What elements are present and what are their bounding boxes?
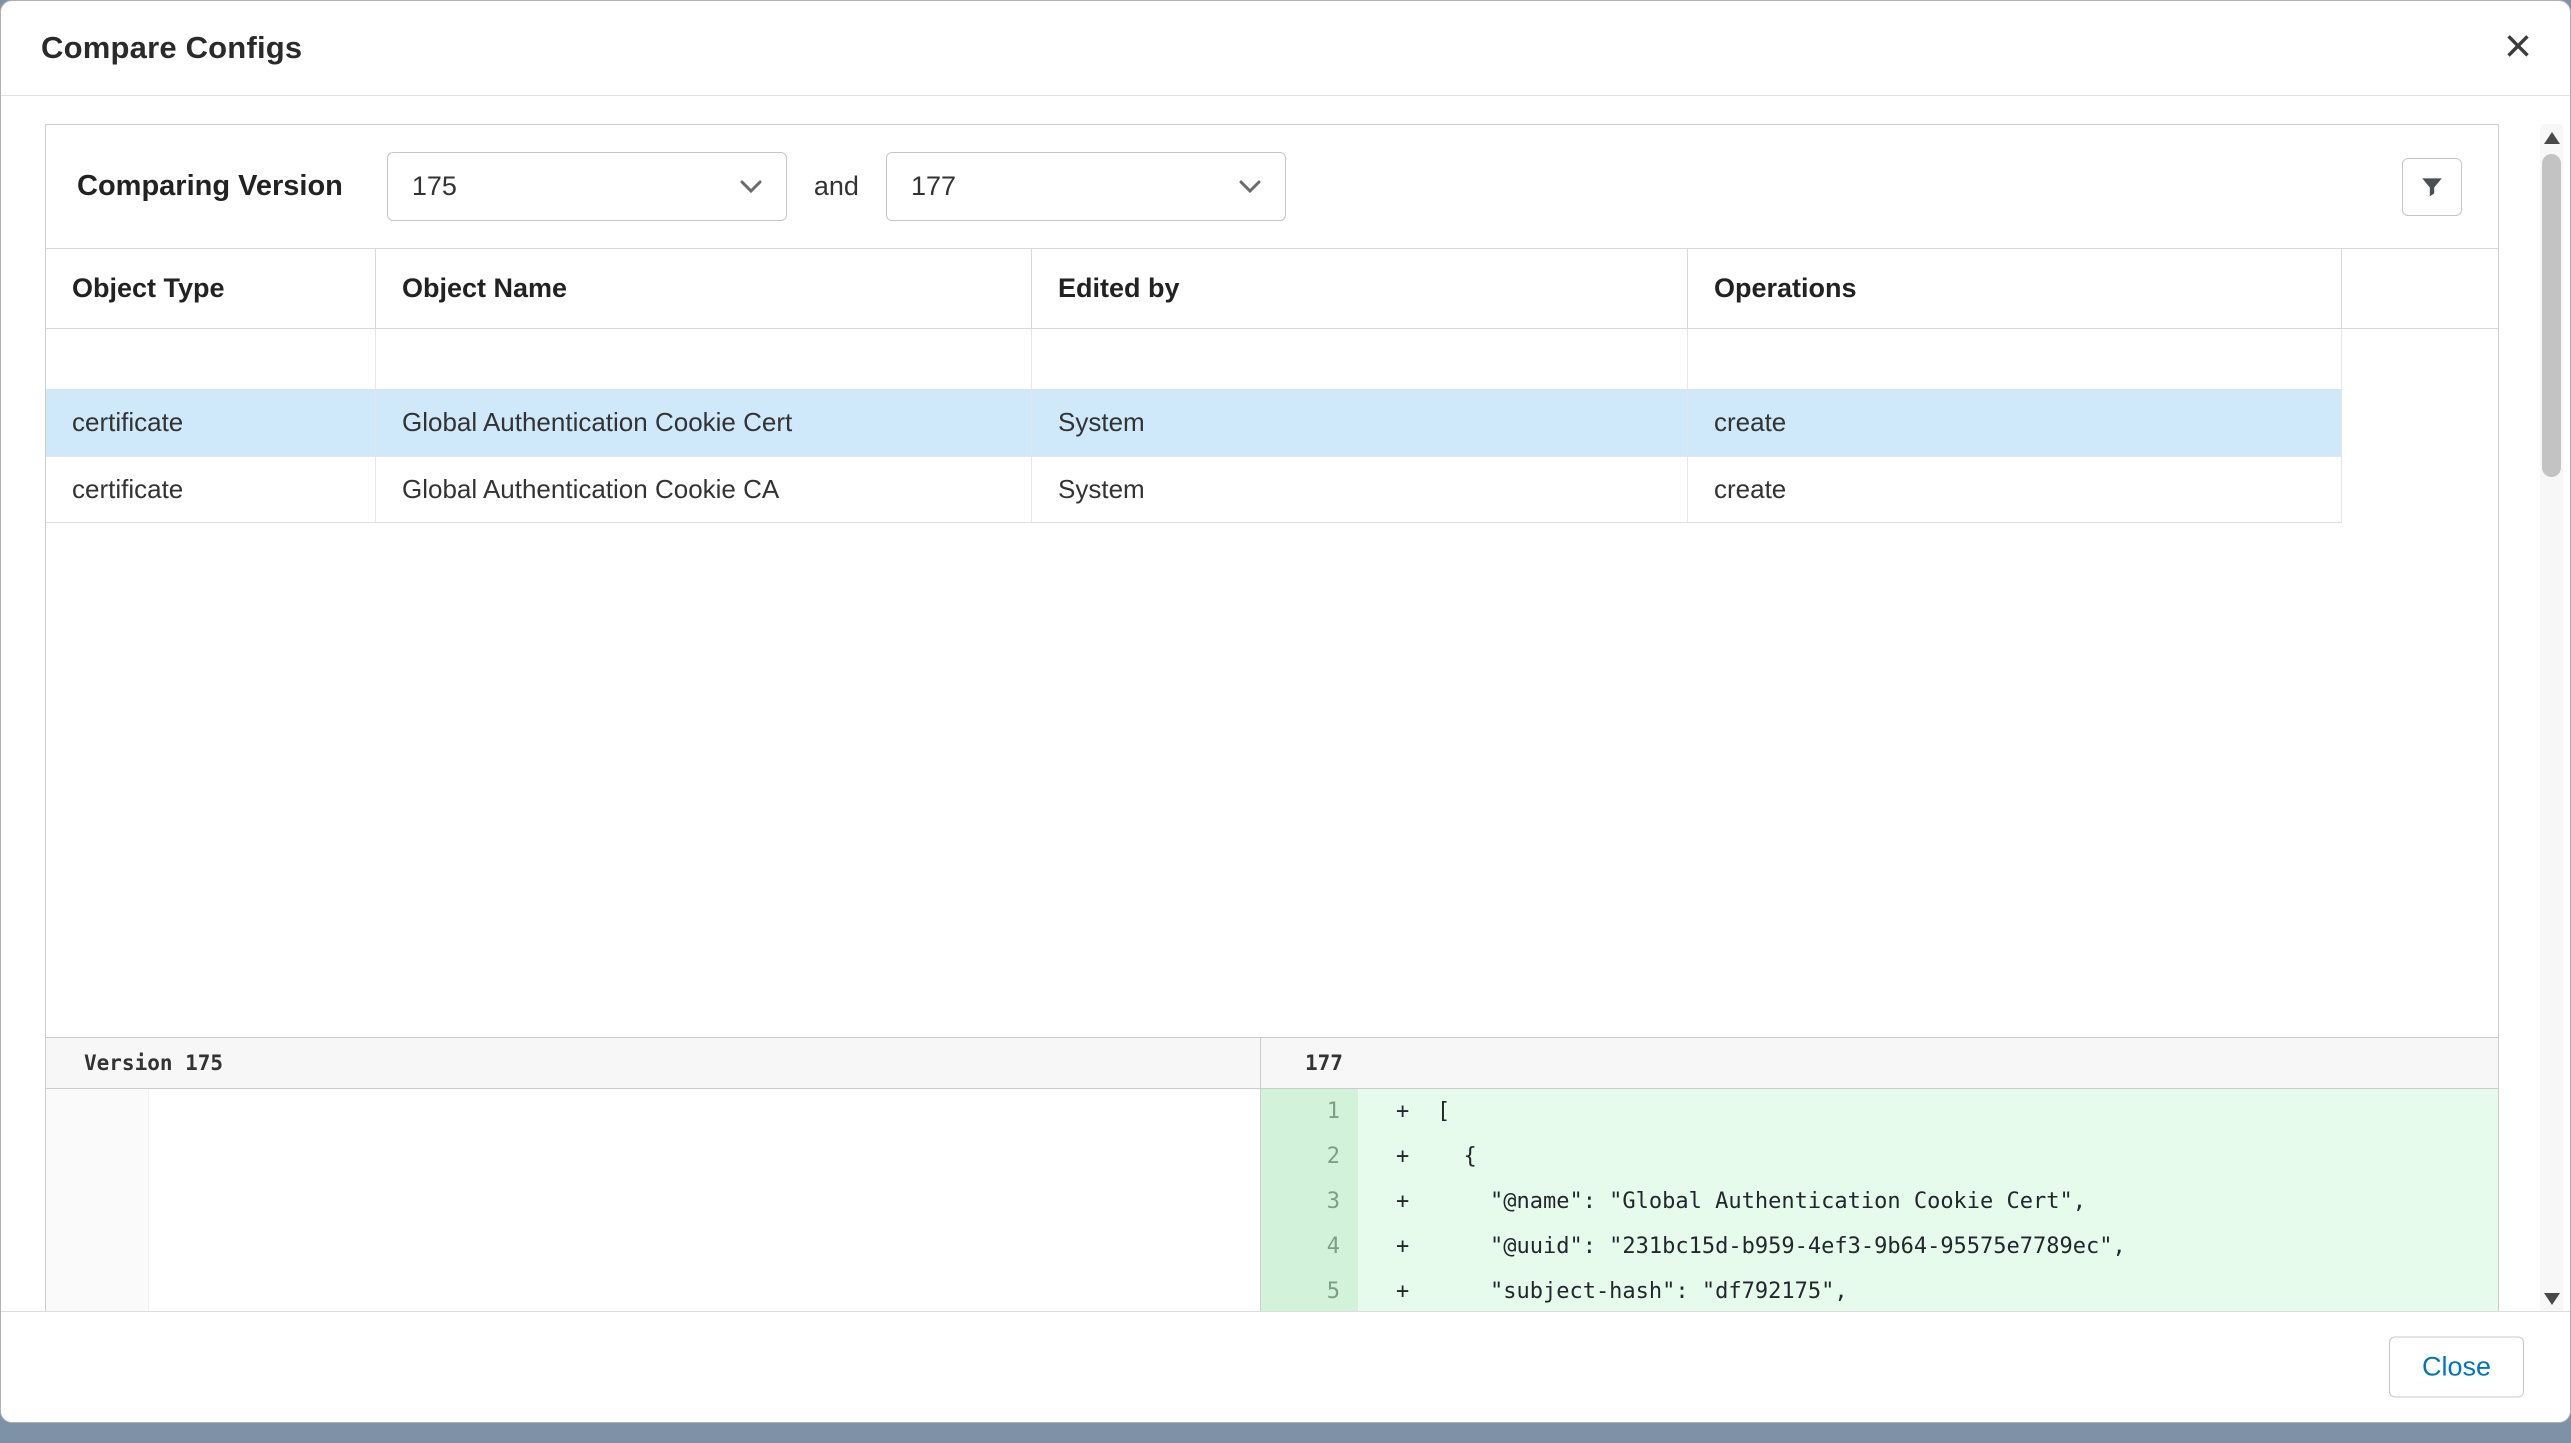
table-header: Object Type Object Name Edited by Operat… bbox=[46, 248, 2498, 329]
scrollbar-thumb[interactable] bbox=[2542, 154, 2561, 477]
close-button[interactable]: Close bbox=[2389, 1337, 2524, 1398]
diff-add-sign: + bbox=[1358, 1089, 1437, 1134]
diff-added-line: 2 + { bbox=[1261, 1134, 2498, 1179]
diff-code: "subject-hash": "df792175", bbox=[1437, 1269, 1848, 1312]
column-header-object-type[interactable]: Object Type bbox=[46, 249, 376, 328]
empty-cell bbox=[376, 329, 1032, 389]
filter-icon bbox=[2419, 174, 2445, 200]
scrollbar[interactable] bbox=[2540, 124, 2563, 1313]
diff-code: "@name": "Global Authentication Cookie C… bbox=[1437, 1179, 2086, 1224]
empty-cell bbox=[1032, 329, 1688, 389]
right-version-select[interactable]: 177 bbox=[886, 152, 1286, 221]
diff-code: [ bbox=[1437, 1089, 1450, 1134]
scroll-up-icon[interactable] bbox=[2544, 132, 2560, 144]
comparing-version-label: Comparing Version bbox=[77, 170, 343, 203]
line-number: 1 bbox=[1261, 1089, 1358, 1134]
modal-header: Compare Configs × bbox=[1, 1, 2570, 96]
diff-add-sign: + bbox=[1358, 1224, 1437, 1269]
diff-right-version-label: 177 bbox=[1261, 1038, 2498, 1088]
table-row[interactable]: certificate Global Authentication Cookie… bbox=[46, 456, 2342, 523]
content-panel: Comparing Version 175 and 177 Object Typ… bbox=[45, 124, 2499, 1313]
compare-toolbar: Comparing Version 175 and 177 bbox=[46, 125, 2498, 248]
diff-add-sign: + bbox=[1358, 1269, 1437, 1312]
compare-configs-modal: Compare Configs × Comparing Version 175 … bbox=[0, 0, 2571, 1423]
filter-button[interactable] bbox=[2402, 158, 2462, 216]
diff-header: Version 175 177 bbox=[46, 1037, 2498, 1089]
diff-added-line: 5 + "subject-hash": "df792175", bbox=[1261, 1269, 2498, 1312]
diff-right-pane: 1 + [ 2 + { 3 + "@name": "Global Authent… bbox=[1261, 1089, 2498, 1312]
table-row[interactable]: certificate Global Authentication Cookie… bbox=[46, 389, 2342, 456]
right-version-value: 177 bbox=[911, 171, 956, 202]
and-label: and bbox=[814, 171, 859, 202]
empty-cell bbox=[1688, 329, 2342, 389]
cell-operations: create bbox=[1688, 457, 2342, 522]
cell-object-name: Global Authentication Cookie Cert bbox=[376, 389, 1032, 456]
diff-left-version-label: Version 175 bbox=[46, 1038, 1261, 1088]
cell-object-type: certificate bbox=[46, 389, 376, 456]
diff-added-line: 1 + [ bbox=[1261, 1089, 2498, 1134]
chevron-down-icon bbox=[740, 180, 762, 193]
line-number: 3 bbox=[1261, 1179, 1358, 1224]
column-header-spacer bbox=[2342, 249, 2498, 328]
diff-left-gutter bbox=[46, 1089, 149, 1312]
diff-add-sign: + bbox=[1358, 1134, 1437, 1179]
line-number: 5 bbox=[1261, 1269, 1358, 1312]
line-number: 2 bbox=[1261, 1134, 1358, 1179]
close-icon[interactable]: × bbox=[2504, 23, 2532, 71]
diff-code: { bbox=[1437, 1134, 1477, 1179]
cell-object-type: certificate bbox=[46, 457, 376, 522]
column-header-edited-by[interactable]: Edited by bbox=[1032, 249, 1688, 328]
scroll-down-icon[interactable] bbox=[2544, 1293, 2560, 1305]
line-number: 4 bbox=[1261, 1224, 1358, 1269]
diff-add-sign: + bbox=[1358, 1179, 1437, 1224]
column-header-operations[interactable]: Operations bbox=[1688, 249, 2342, 328]
cell-object-name: Global Authentication Cookie CA bbox=[376, 457, 1032, 522]
diff-added-line: 4 + "@uuid": "231bc15d-b959-4ef3-9b64-95… bbox=[1261, 1224, 2498, 1269]
column-header-object-name[interactable]: Object Name bbox=[376, 249, 1032, 328]
page-title: Compare Configs bbox=[41, 30, 302, 66]
chevron-down-icon bbox=[1239, 180, 1261, 193]
left-version-select[interactable]: 175 bbox=[387, 152, 787, 221]
modal-footer: Close bbox=[1, 1311, 2570, 1422]
empty-cell bbox=[46, 329, 376, 389]
diff-added-line: 3 + "@name": "Global Authentication Cook… bbox=[1261, 1179, 2498, 1224]
diff-viewer: Version 175 177 1 + [ 2 + { bbox=[46, 1037, 2498, 1312]
cell-edited-by: System bbox=[1032, 457, 1688, 522]
table-row-empty bbox=[46, 329, 2342, 389]
left-version-value: 175 bbox=[412, 171, 457, 202]
cell-operations: create bbox=[1688, 389, 2342, 456]
diff-code: "@uuid": "231bc15d-b959-4ef3-9b64-95575e… bbox=[1437, 1224, 2126, 1269]
diff-body: 1 + [ 2 + { 3 + "@name": "Global Authent… bbox=[46, 1089, 2498, 1312]
cell-edited-by: System bbox=[1032, 389, 1688, 456]
diff-left-pane bbox=[46, 1089, 1261, 1312]
